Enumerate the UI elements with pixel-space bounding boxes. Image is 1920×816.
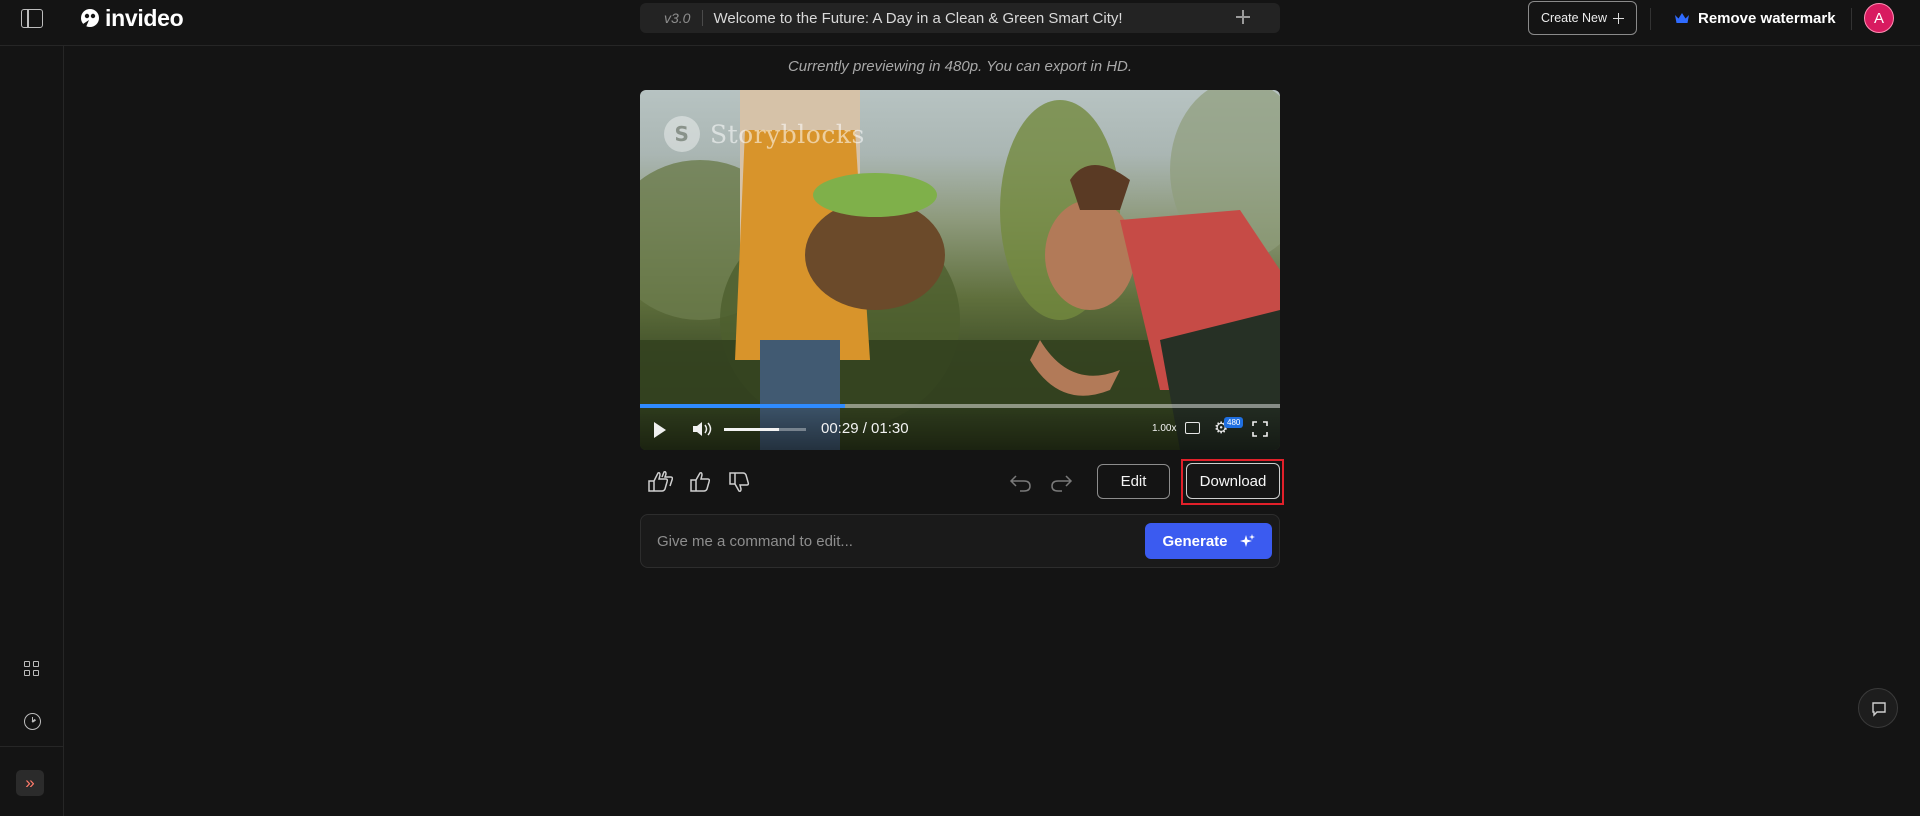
- quality-badge: 480: [1224, 417, 1244, 428]
- divider: [1650, 8, 1651, 30]
- version-label: v3.0: [664, 10, 691, 26]
- top-bar: invideo v3.0 Welcome to the Future: A Da…: [0, 0, 1920, 46]
- volume-slider[interactable]: [724, 428, 806, 431]
- remove-watermark-button[interactable]: Remove watermark: [1674, 6, 1836, 30]
- watermark-text: Storyblocks: [710, 119, 865, 149]
- project-title-bar[interactable]: v3.0 Welcome to the Future: A Day in a C…: [640, 3, 1280, 33]
- brand-name: invideo: [105, 4, 184, 31]
- chat-button[interactable]: [1858, 688, 1898, 728]
- loop-icon[interactable]: [1185, 422, 1200, 434]
- remove-watermark-label: Remove watermark: [1698, 9, 1836, 27]
- create-new-label: Create New: [1541, 11, 1607, 25]
- brand-logo[interactable]: invideo: [80, 4, 184, 31]
- divider: [702, 10, 704, 26]
- project-title[interactable]: Welcome to the Future: A Day in a Clean …: [713, 10, 1122, 27]
- edit-button[interactable]: Edit: [1097, 464, 1170, 499]
- expand-icon[interactable]: »: [16, 770, 44, 796]
- command-box: Generate: [640, 514, 1280, 568]
- redo-icon[interactable]: [1048, 471, 1074, 493]
- generate-label: Generate: [1162, 532, 1228, 550]
- fullscreen-icon[interactable]: [1252, 421, 1268, 437]
- sidebar-toggle-icon[interactable]: [21, 9, 43, 28]
- thumbs-down-icon[interactable]: [727, 471, 753, 493]
- invideo-logo-icon: [81, 9, 99, 27]
- command-input[interactable]: [657, 531, 1117, 551]
- time-display: 00:29 / 01:30: [821, 420, 909, 437]
- divider: [0, 746, 63, 747]
- play-icon[interactable]: [654, 422, 666, 438]
- clock-icon[interactable]: [24, 713, 41, 730]
- undo-icon[interactable]: [1008, 471, 1034, 493]
- playback-rate-button[interactable]: 1.00x: [1152, 423, 1176, 434]
- chat-icon: [1872, 702, 1886, 717]
- preview-note: Currently previewing in 480p. You can ex…: [787, 58, 1133, 75]
- player-controls: 00:29 / 01:30 1.00x ⚙ 480: [640, 408, 1280, 450]
- left-sidebar: »: [0, 46, 64, 816]
- create-new-button[interactable]: Create New: [1528, 1, 1637, 35]
- love-icon[interactable]: [647, 471, 673, 493]
- storyblocks-watermark: S Storyblocks: [664, 116, 865, 152]
- volume-icon[interactable]: [692, 421, 714, 437]
- thumbs-up-icon[interactable]: [688, 471, 714, 493]
- grid-icon[interactable]: [24, 661, 41, 678]
- download-button[interactable]: Download: [1186, 463, 1280, 499]
- volume-slider-fill: [724, 428, 779, 431]
- watermark-mark: S: [664, 116, 700, 152]
- avatar[interactable]: A: [1864, 3, 1894, 33]
- crown-icon: [1675, 13, 1689, 23]
- sparkle-icon: [1239, 533, 1255, 547]
- plus-icon: [1613, 12, 1624, 24]
- video-player[interactable]: S Storyblocks 00:29 / 01:30 1.00x ⚙ 480: [640, 90, 1280, 450]
- plus-icon[interactable]: [1236, 10, 1250, 24]
- generate-button[interactable]: Generate: [1145, 523, 1272, 559]
- divider: [1851, 8, 1852, 30]
